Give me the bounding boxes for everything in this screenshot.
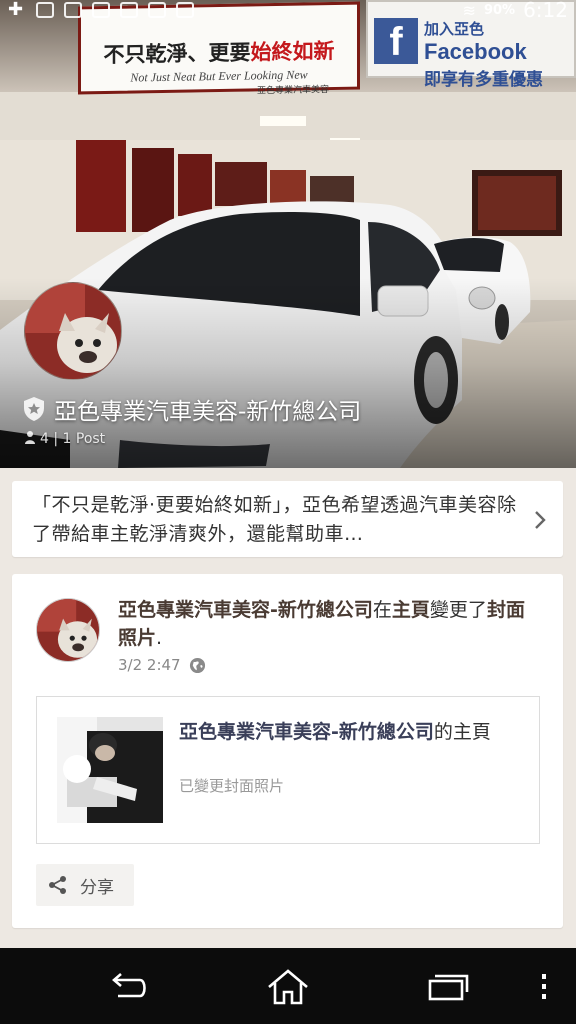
page-avatar[interactable] — [24, 282, 122, 380]
sign-left-line1: 不只乾淨、更要 — [103, 39, 251, 68]
thumbnail-image — [57, 717, 163, 823]
copy-notification-icon — [120, 2, 138, 18]
page-title: 亞色專業汽車美容-新竹總公司 — [54, 399, 362, 425]
wifi-icon: ≋ — [462, 0, 476, 20]
post-action-text: 在 — [372, 599, 392, 621]
post-meta: 3/2 2:47 — [118, 656, 206, 674]
system-nav-bar — [0, 948, 576, 1024]
page-stats: 4 | 1 Post — [24, 430, 105, 448]
clock: 6:12 — [523, 0, 568, 22]
post-author-avatar[interactable] — [36, 598, 100, 662]
bulldog-avatar-image — [37, 599, 99, 661]
sign-right-brand: Facebook — [424, 39, 527, 64]
add-notification-icon: ✚ — [8, 0, 24, 20]
menu-button[interactable] — [522, 968, 566, 1006]
person-add-notification-icon — [92, 2, 110, 18]
globe-icon — [189, 657, 205, 673]
about-card[interactable]: 「不只是乾淨·更要始終如新」，亞色希望透過汽車美容除了帶給車主乾淨清爽外，還能幫… — [12, 481, 563, 557]
status-bar: ✚ ≋ 90% 6:12 — [0, 0, 576, 22]
post-action-text-2: 變更了 — [429, 599, 487, 621]
message-notification-icon — [64, 2, 82, 18]
chat-notification-icon — [148, 2, 166, 18]
facebook-logo-icon: f — [374, 18, 418, 64]
share-button[interactable]: 分享 — [36, 864, 134, 906]
overflow-menu-icon — [542, 974, 546, 999]
sign-left-highlight: 始終如新 — [250, 37, 335, 65]
post-timestamp[interactable]: 3/2 2:47 — [118, 656, 181, 674]
share-label: 分享 — [80, 877, 114, 898]
recent-apps-button[interactable] — [426, 968, 470, 1006]
post-headline: 亞色專業汽車美容-新竹總公司在主頁變更了封面照片. — [118, 596, 538, 652]
link-title-suffix: 的主頁 — [433, 721, 491, 743]
facebook-notification-icon — [36, 2, 54, 18]
battery-level: 90% — [483, 2, 516, 18]
home-button[interactable] — [266, 968, 310, 1006]
link-title: 亞色專業汽車美容-新竹總公司的主頁 — [179, 719, 519, 746]
page-title-row: 亞色專業汽車美容-新竹總公司 — [22, 392, 361, 426]
link-title-page: 亞色專業汽車美容-新竹總公司 — [179, 721, 434, 743]
cover-photo[interactable]: 不只乾淨、更要始終如新 Not Just Neat But Ever Looki… — [0, 0, 576, 468]
post-action-end: . — [156, 627, 163, 649]
sign-right-subtitle: 即享有多重優惠 — [424, 70, 543, 90]
shared-link-preview[interactable]: 亞色專業汽車美容-新竹總公司的主頁 已變更封面照片 — [36, 696, 540, 844]
about-text: 「不只是乾淨·更要始終如新」，亞色希望透過汽車美容除了帶給車主乾淨清爽外，還能幫… — [32, 494, 517, 545]
back-icon — [112, 973, 146, 998]
chevron-right-icon — [535, 511, 546, 529]
post-page-link[interactable]: 主頁 — [392, 599, 430, 621]
recent-apps-icon — [428, 974, 469, 1001]
post-card: 亞色專業汽車美容-新竹總公司在主頁變更了封面照片. 3/2 2:47 亞色專業汽… — [12, 574, 563, 928]
link-thumbnail — [57, 717, 163, 823]
page-stats-text: 4 | 1 Post — [40, 431, 106, 447]
shield-icon — [22, 396, 46, 422]
link-subtitle: 已變更封面照片 — [179, 777, 285, 795]
person-icon — [24, 430, 36, 448]
share-icon — [49, 876, 66, 894]
back-button[interactable] — [106, 968, 150, 1006]
post-author-link[interactable]: 亞色專業汽車美容-新竹總公司 — [118, 599, 373, 621]
image-notification-icon — [176, 2, 194, 18]
home-icon — [268, 969, 308, 1005]
bulldog-avatar-image — [25, 283, 121, 379]
